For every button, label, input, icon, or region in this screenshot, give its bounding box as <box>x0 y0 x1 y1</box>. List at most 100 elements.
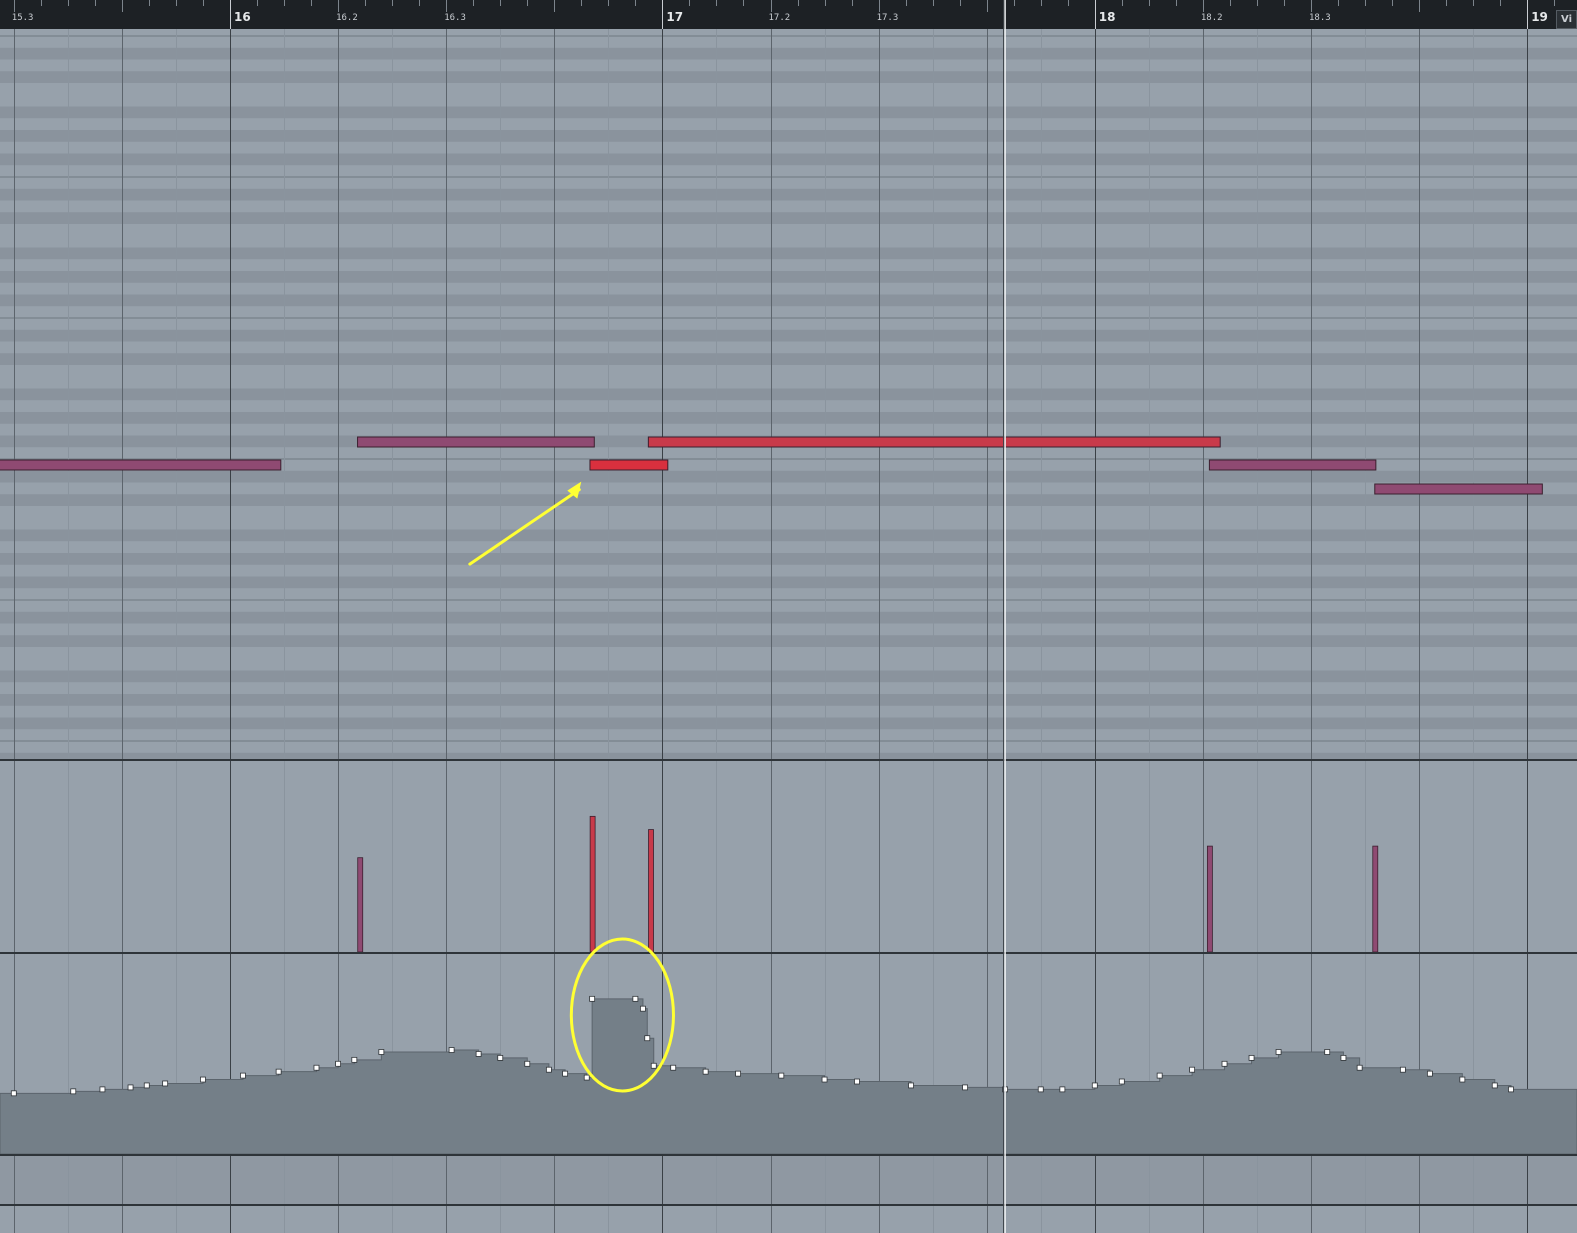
midi-note <box>357 436 595 448</box>
controller-point <box>1459 1076 1466 1083</box>
ruler-tick <box>932 0 934 6</box>
black-key-row <box>0 694 1577 706</box>
ruler-tick <box>554 0 556 12</box>
black-key-row <box>0 717 1577 730</box>
empty-lane-grid <box>14 1156 1528 1204</box>
ruler-corner-button[interactable]: Vi <box>1556 10 1577 29</box>
ruler-bar-label: 18 <box>1098 10 1116 24</box>
ruler-tick <box>365 0 367 6</box>
midi-note <box>647 436 1006 448</box>
controller-point <box>1091 1082 1098 1089</box>
controller-point <box>962 1084 968 1091</box>
ruler-tick <box>1311 0 1312 12</box>
ruler-bar-label: 19 <box>1531 10 1548 24</box>
black-key-row <box>0 212 1577 224</box>
ruler-tick <box>257 0 259 6</box>
controller-lane[interactable] <box>0 954 1577 1154</box>
controller-point <box>1189 1066 1195 1073</box>
piano-roll-editor: 16 17 18 19 15.3 16.2 16.3 17.2 17.3 18.2 18.3 Vi <box>0 0 1577 1233</box>
ruler-tick <box>1148 0 1150 6</box>
velocity-grid[interactable] <box>0 761 1577 952</box>
bottom-lane[interactable] <box>0 1206 1577 1233</box>
ruler-tick <box>121 0 123 12</box>
note-grid[interactable] <box>0 29 1577 759</box>
ruler-tick <box>1554 0 1556 6</box>
controller-point <box>1340 1054 1347 1061</box>
black-key-row <box>0 412 1577 424</box>
ruler-beat-label: 18.2 <box>1200 13 1223 23</box>
ruler-tick <box>986 0 988 12</box>
midi-note <box>589 459 669 471</box>
ruler-tick <box>94 0 96 6</box>
ruler-tick <box>1175 0 1177 6</box>
velocity-lane[interactable] <box>0 761 1577 952</box>
controller-point <box>1399 1066 1406 1073</box>
controller-point <box>448 1047 455 1053</box>
controller-point <box>10 1090 17 1097</box>
black-key-row <box>0 388 1577 401</box>
black-key-row <box>0 130 1577 142</box>
ruler-tick <box>581 0 583 6</box>
empty-controller-lane[interactable] <box>0 1156 1577 1204</box>
ruler-bar-label: 17 <box>666 10 684 24</box>
controller-point <box>1002 1086 1008 1093</box>
controller-point <box>702 1068 709 1075</box>
ruler-tick <box>311 0 313 6</box>
ruler-tick <box>1419 0 1421 12</box>
black-key-row <box>0 470 1577 483</box>
midi-note <box>1208 459 1377 471</box>
controller-point <box>562 1070 569 1077</box>
controller-point <box>1324 1049 1331 1055</box>
ruler-tick <box>230 0 231 29</box>
ruler-tick <box>1202 0 1204 12</box>
ruler-beat-label: 17.3 <box>876 13 899 23</box>
ruler-beat-label: 16.2 <box>336 13 358 23</box>
note-lane[interactable] <box>0 29 1577 759</box>
ruler-tick <box>1446 0 1448 6</box>
controller-point <box>1118 1078 1125 1085</box>
ruler-beat-label: 16.3 <box>444 13 466 23</box>
black-key-row <box>0 353 1577 365</box>
controller-point <box>70 1088 77 1095</box>
controller-point <box>524 1060 531 1067</box>
midi-note <box>1004 436 1221 448</box>
ruler-beat-label: 17.2 <box>768 13 791 23</box>
ruler-tick <box>527 0 529 6</box>
controller-point <box>908 1082 914 1089</box>
ruler-tick <box>13 0 15 12</box>
black-key-row <box>0 71 1577 83</box>
controller-point <box>632 995 639 1002</box>
ruler-tick <box>175 0 177 6</box>
ruler-tick <box>608 0 610 6</box>
controller-point <box>497 1054 504 1061</box>
controller-point <box>1059 1086 1066 1093</box>
ruler-tick <box>1094 0 1096 29</box>
ruler-tick <box>824 0 826 6</box>
ruler-tick <box>1013 0 1015 6</box>
controller-point <box>1427 1070 1433 1077</box>
velocity-bar <box>648 829 654 952</box>
controller-point <box>162 1080 169 1087</box>
ruler-tick <box>1040 0 1042 6</box>
ruler-tick <box>1392 0 1394 6</box>
ruler-beat-label: 15.3 <box>11 13 34 23</box>
ruler-tick <box>905 0 907 6</box>
controller-point <box>650 1062 657 1069</box>
controller-point <box>240 1072 246 1079</box>
controller-curve[interactable] <box>0 954 1577 1154</box>
black-key-row <box>0 611 1577 624</box>
bottom-lane-grid <box>14 1206 1528 1233</box>
black-key-row <box>0 329 1577 342</box>
black-key-row <box>0 271 1577 283</box>
ruler-beat-label: 18.3 <box>1309 13 1331 23</box>
ruler-tick <box>1527 0 1529 29</box>
controller-point <box>644 1035 651 1042</box>
controller-point <box>1156 1072 1163 1079</box>
ruler-tick <box>851 0 853 6</box>
black-key-row <box>0 635 1577 647</box>
timeline-ruler[interactable]: 16 17 18 19 15.3 16.2 16.3 17.2 17.3 18.2 18.3 Vi <box>0 0 1577 29</box>
black-key-row <box>0 188 1577 201</box>
velocity-bar <box>589 815 596 952</box>
ruler-tick <box>1500 0 1502 6</box>
controller-point <box>1275 1049 1282 1055</box>
